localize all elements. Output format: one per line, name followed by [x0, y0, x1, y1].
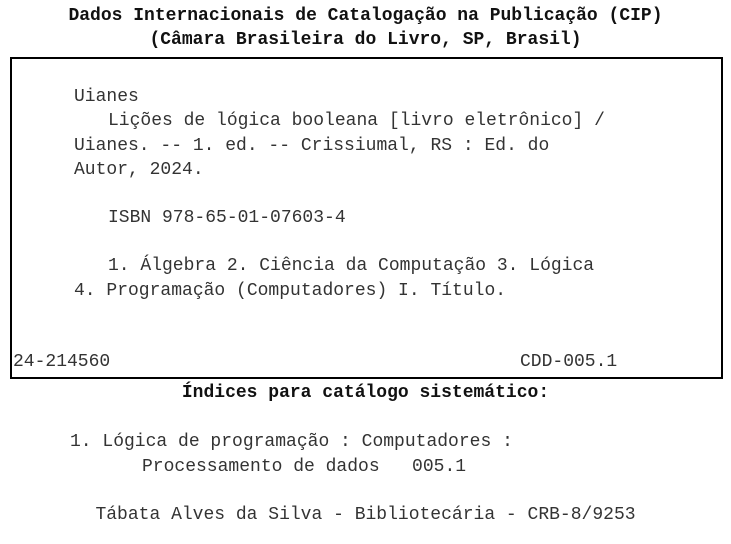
librarian-credit: Tábata Alves da Silva - Bibliotecária - …: [95, 505, 636, 525]
title-line-1: Lições de lógica booleana [livro eletrôn…: [108, 111, 605, 131]
cip-subtitle: (Câmara Brasileira do Livro, SP, Brasil): [149, 30, 582, 50]
title-line-3: Autor, 2024.: [74, 160, 204, 180]
title-line-2: Uianes. -- 1. ed. -- Crissiumal, RS : Ed…: [74, 136, 550, 156]
index-entry-line-2: Processamento de dados 005.1: [142, 457, 467, 477]
subjects-line-1: 1. Álgebra 2. Ciência da Computação 3. L…: [108, 256, 595, 276]
author-name: Uianes: [74, 87, 139, 107]
isbn: ISBN 978-65-01-07603-4: [108, 208, 346, 228]
index-entry-line-1: 1. Lógica de programação : Computadores …: [70, 432, 513, 452]
cip-title: Dados Internacionais de Catalogação na P…: [68, 6, 663, 26]
subjects-line-2: 4. Programação (Computadores) I. Título.: [74, 281, 507, 301]
cdd-classification: CDD-005.1: [520, 352, 618, 372]
index-heading: Índices para catálogo sistemático:: [181, 383, 550, 403]
record-number: 24-214560: [13, 352, 111, 372]
